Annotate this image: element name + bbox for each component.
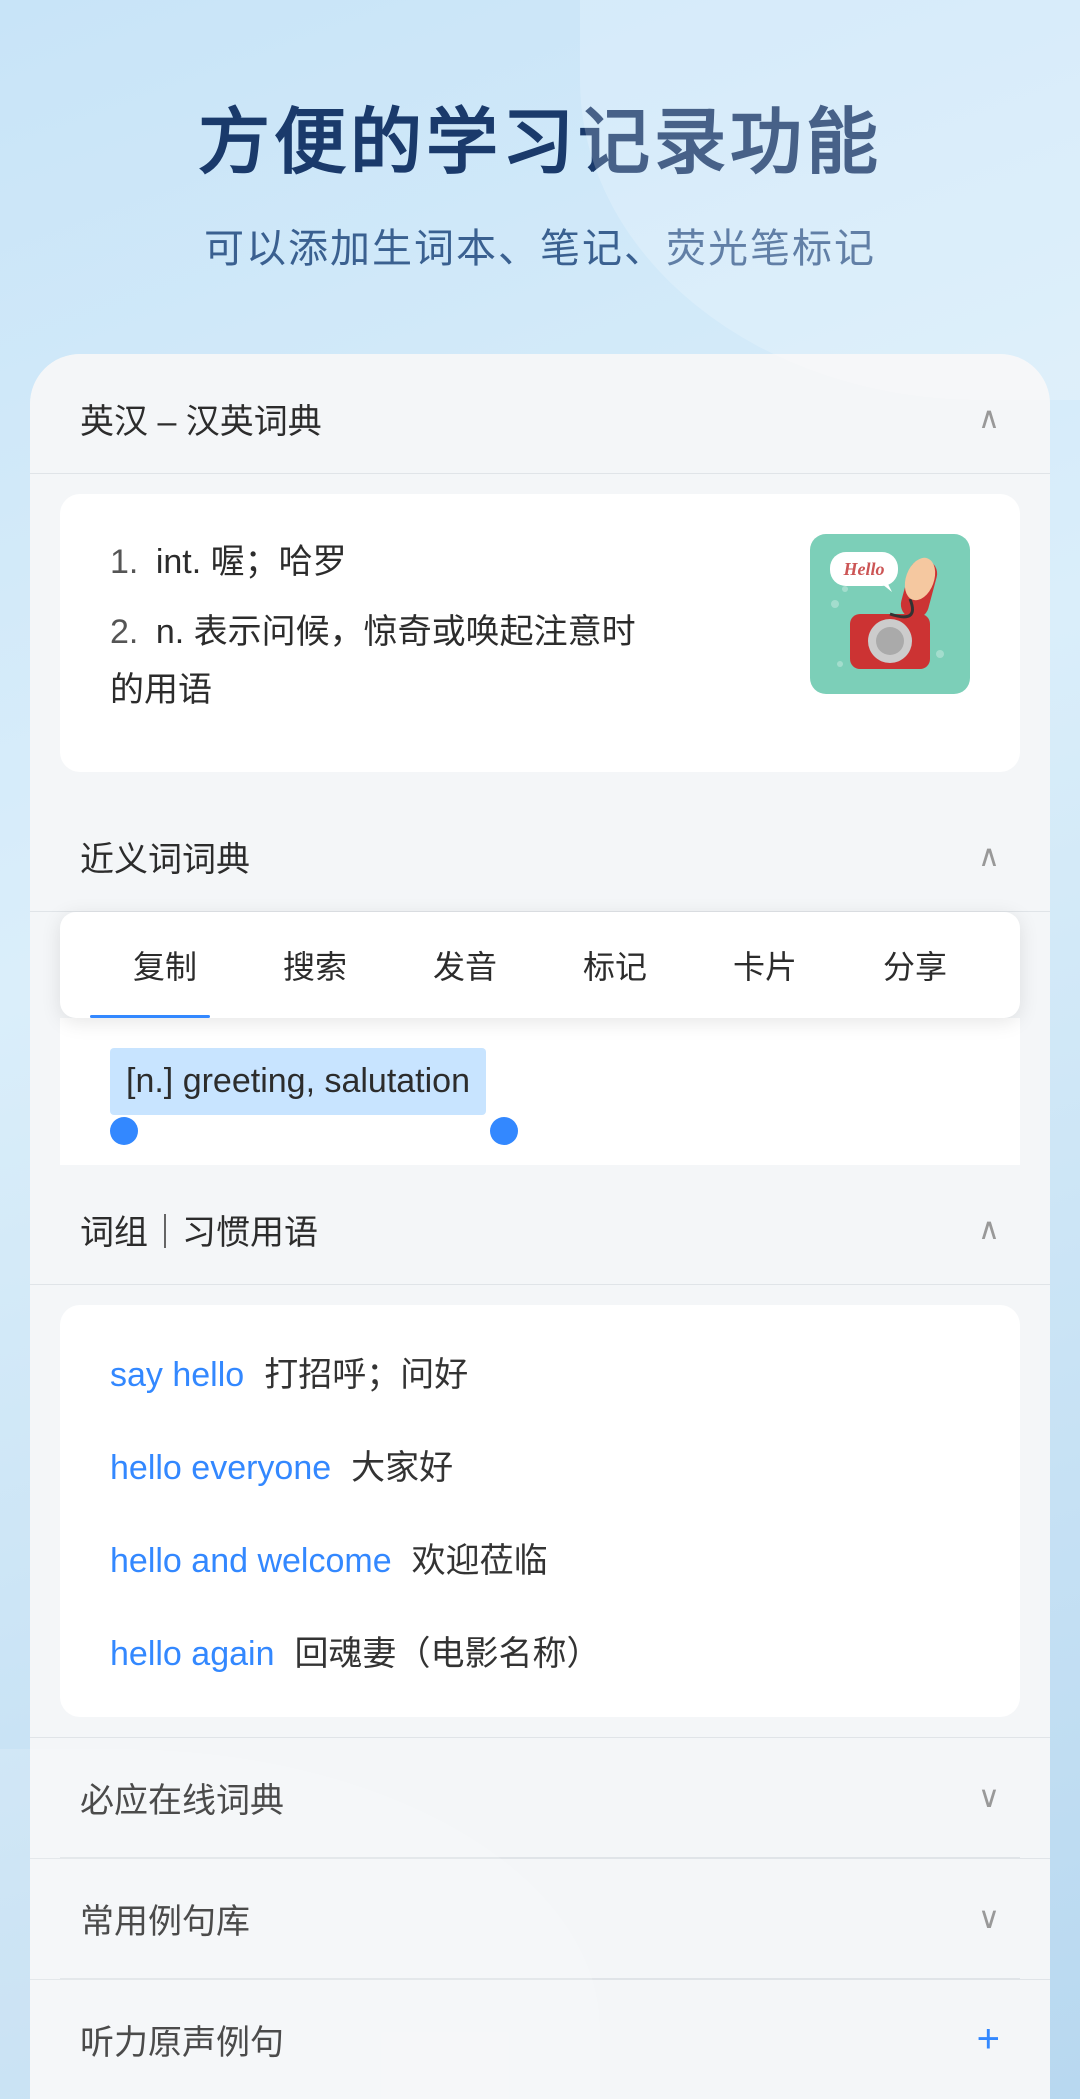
phrase-zh-3: 欢迎莅临	[412, 1533, 548, 1582]
definition-text: 1. int. 喔；哈罗 2. n. 表示问候，惊奇或唤起注意时的用语	[110, 534, 780, 731]
phrase-zh-2: 大家好	[351, 1440, 453, 1489]
text-selection-cursor-right	[490, 1117, 518, 1145]
definition-item-2: 2. n. 表示问候，惊奇或唤起注意时的用语	[110, 604, 780, 720]
def-meaning-1: 喔；哈罗	[211, 543, 347, 581]
highlighted-text-area: [n.] greeting, salutation	[60, 1018, 1020, 1165]
phrase-zh-4: 回魂妻（电影名称）	[294, 1626, 600, 1675]
phrases-card: say hello 打招呼；问好 hello everyone 大家好 hell…	[60, 1305, 1020, 1717]
context-menu-card[interactable]: 卡片	[690, 932, 840, 998]
context-menu-copy[interactable]: 复制	[90, 932, 240, 998]
telephone-svg: Hello	[820, 544, 960, 684]
english-chinese-chevron-icon: ∧	[978, 401, 1000, 436]
phrases-section-label: 词组｜习惯用语	[80, 1205, 318, 1254]
synonyms-section: 近义词词典 ∧ 复制 搜索 发音 标记 卡片 分享 [n.] greeting,…	[30, 792, 1050, 1165]
definition-item-1: 1. int. 喔；哈罗	[110, 534, 780, 592]
phrases-section: 词组｜习惯用语 ∧ say hello 打招呼；问好 hello everyon…	[30, 1165, 1050, 1717]
def-pos-2: n.	[156, 613, 194, 651]
phrase-en-2: hello everyone	[110, 1449, 331, 1488]
highlighted-synonym-text: [n.] greeting, salutation	[110, 1048, 486, 1115]
synonyms-section-header[interactable]: 近义词词典 ∧	[30, 792, 1050, 912]
bing-online-dict-label: 必应在线词典	[80, 1773, 284, 1822]
synonyms-section-label: 近义词词典	[80, 832, 250, 881]
synonyms-chevron-icon: ∧	[978, 839, 1000, 874]
page-title: 方便的学习记录功能	[80, 100, 1000, 186]
common-sentences-label: 常用例句库	[80, 1894, 250, 1943]
def-number-2: 2.	[110, 613, 138, 651]
audio-examples-label: 听力原声例句	[80, 2015, 284, 2064]
common-sentences-section: 常用例句库 ∨	[30, 1858, 1050, 1978]
bing-online-dict-section: 必应在线词典 ∨	[30, 1737, 1050, 1857]
def-number-1: 1.	[110, 543, 138, 581]
hello-illustration: Hello	[810, 534, 970, 694]
phrases-chevron-icon: ∧	[978, 1212, 1000, 1247]
context-menu-share[interactable]: 分享	[840, 932, 990, 998]
bing-online-dict-header[interactable]: 必应在线词典 ∨	[30, 1737, 1050, 1857]
context-menu-mark[interactable]: 标记	[540, 932, 690, 998]
phrase-item-3[interactable]: hello and welcome 欢迎莅临	[60, 1511, 1020, 1604]
svg-text:Hello: Hello	[843, 559, 885, 579]
phrase-item-2[interactable]: hello everyone 大家好	[60, 1418, 1020, 1511]
context-menu: 复制 搜索 发音 标记 卡片 分享	[60, 912, 1020, 1018]
common-sentences-chevron-icon: ∨	[978, 1901, 1000, 1936]
phrase-en-3: hello and welcome	[110, 1542, 392, 1581]
audio-examples-header[interactable]: 听力原声例句 +	[30, 1979, 1050, 2099]
phrase-item-4[interactable]: hello again 回魂妻（电影名称）	[60, 1604, 1020, 1697]
phrase-en-4: hello again	[110, 1635, 274, 1674]
english-chinese-dict-section: 英汉 – 汉英词典 ∧ 1. int. 喔；哈罗 2. n. 表示问候，惊奇或唤…	[30, 354, 1050, 771]
context-menu-pronounce[interactable]: 发音	[390, 932, 540, 998]
header: 方便的学习记录功能 可以添加生词本、笔记、荧光笔标记	[0, 0, 1080, 334]
phrase-zh-1: 打招呼；问好	[264, 1347, 468, 1396]
phrase-en-1: say hello	[110, 1356, 244, 1395]
page-subtitle: 可以添加生词本、笔记、荧光笔标记	[80, 216, 1000, 274]
phrase-item-1[interactable]: say hello 打招呼；问好	[60, 1325, 1020, 1418]
bing-chevron-down-icon: ∨	[978, 1780, 1000, 1815]
audio-examples-section: 听力原声例句 +	[30, 1979, 1050, 2099]
english-chinese-dict-header[interactable]: 英汉 – 汉英词典 ∧	[30, 354, 1050, 474]
audio-examples-plus-icon[interactable]: +	[977, 2017, 1000, 2062]
text-selection-cursor-left	[110, 1117, 138, 1145]
definition-card: 1. int. 喔；哈罗 2. n. 表示问候，惊奇或唤起注意时的用语	[60, 494, 1020, 771]
main-card: 英汉 – 汉英词典 ∧ 1. int. 喔；哈罗 2. n. 表示问候，惊奇或唤…	[30, 354, 1050, 2098]
phrases-section-header[interactable]: 词组｜习惯用语 ∧	[30, 1165, 1050, 1285]
context-menu-underline	[90, 1015, 210, 1018]
english-chinese-dict-label: 英汉 – 汉英词典	[80, 394, 322, 443]
common-sentences-header[interactable]: 常用例句库 ∨	[30, 1858, 1050, 1978]
context-menu-search[interactable]: 搜索	[240, 932, 390, 998]
def-pos-1: int.	[156, 543, 211, 581]
